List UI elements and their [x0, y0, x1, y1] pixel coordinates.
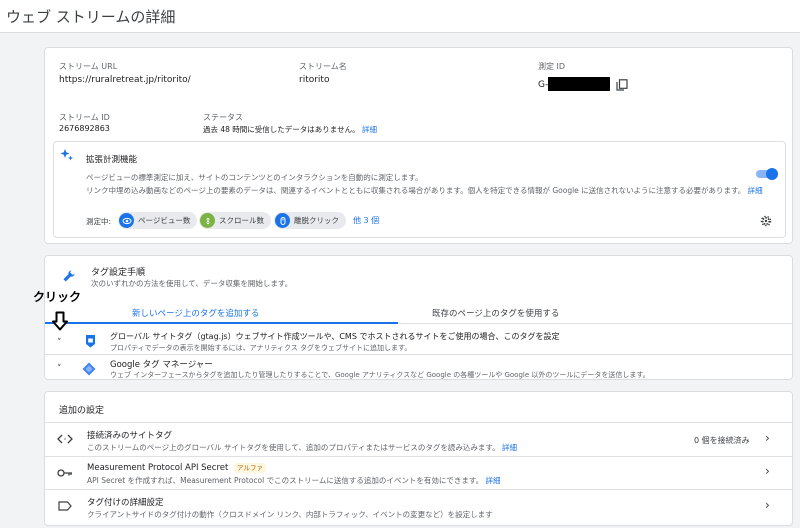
- enhanced-desc2: リンク中埋め込み動画などのページ上の要素のデータは、関連するイベントとともに収集…: [86, 185, 763, 196]
- measurement-protocol-details-link[interactable]: 詳細: [486, 476, 501, 485]
- stream-name-label: ストリーム名: [299, 62, 347, 71]
- key-icon: [57, 468, 73, 478]
- connected-site-tags-details-link[interactable]: 詳細: [502, 443, 517, 452]
- more-events-link[interactable]: 他 3 個: [353, 215, 379, 226]
- tag-setup-card: タグ設定手順 次のいずれかの方法を使用して、データ収集を開始します。 新しいペー…: [44, 255, 793, 380]
- measurement-protocol-desc: API Secret を作成すれば、Measurement Protocol で…: [87, 475, 501, 486]
- toggle-thumb: [766, 168, 778, 180]
- tag-setup-title: タグ設定手順: [91, 268, 146, 278]
- stream-url-value: https://ruralretreat.jp/ritorito/: [59, 75, 191, 85]
- status-label: ステータス: [203, 113, 243, 122]
- top-bar: ウェブ ストリームの詳細: [0, 0, 800, 33]
- enhanced-toggle[interactable]: [754, 168, 778, 180]
- redacted-block: [548, 77, 610, 91]
- measurement-protocol-title: Measurement Protocol API Secret: [87, 463, 229, 473]
- connected-site-tags-desc: このストリームのページ上のグローバル サイトタグを使用して、追加のプロパティまた…: [87, 442, 517, 453]
- stream-url-label: ストリーム URL: [59, 62, 118, 71]
- measurement-id-label: 測定 ID: [538, 62, 566, 71]
- chevron-right-icon: ›: [765, 431, 770, 445]
- connected-site-tags-row[interactable]: 接続済みのサイトタグ このストリームのページ上のグローバル サイトタグを使用して…: [45, 423, 792, 456]
- status-value: 過去 48 時間に受信したデータはありません。: [203, 125, 360, 134]
- scroll-icon: [200, 213, 215, 228]
- gtm-icon: [82, 362, 96, 376]
- additional-settings-card: 追加の設定 接続済みのサイトタグ このストリームのページ上のグローバル サイトタ…: [44, 391, 793, 526]
- click-annotation: クリック: [33, 290, 82, 304]
- measurement-protocol-row[interactable]: Measurement Protocol API Secret アルファ API…: [45, 457, 792, 489]
- arrow-down-icon: [52, 311, 68, 331]
- chip-scrolls: スクロール数: [199, 212, 271, 229]
- tab-add-new-tag[interactable]: 新しいページ上のタグを追加する: [132, 307, 259, 319]
- label-icon: [58, 501, 72, 511]
- stream-id-label: ストリーム ID: [59, 113, 110, 122]
- tag-setup-subtitle: 次のいずれかの方法を使用して、データ収集を開始します。: [91, 279, 293, 288]
- sparkle-icon: [60, 148, 74, 162]
- gear-icon[interactable]: [760, 215, 772, 227]
- additional-settings-title: 追加の設定: [59, 406, 105, 416]
- chip-outbound-clicks: 離脱クリック: [274, 212, 346, 229]
- enhanced-desc1: ページビューの標準測定に加え、サイトのコンテンツとのインタラクションを自動的に測…: [86, 173, 423, 182]
- item-divider: [45, 354, 792, 355]
- page-title: ウェブ ストリームの詳細: [6, 8, 176, 26]
- active-tab-indicator: [45, 322, 398, 324]
- chip-scrolls-label: スクロール数: [219, 216, 264, 225]
- expand-gtm-chevron[interactable]: ˅: [57, 364, 62, 374]
- tagging-settings-row[interactable]: タグ付けの詳細設定 クライアントサイドのタグ付けの動作（クロスドメイン リンク、…: [45, 490, 792, 524]
- chevron-right-icon: ›: [765, 498, 770, 512]
- tab-use-existing-tag[interactable]: 既存のページ上のタグを使用する: [432, 307, 559, 319]
- enhanced-desc2-text: リンク中埋め込み動画などのページ上の要素のデータは、関連するイベントとともに収集…: [86, 186, 746, 195]
- gtag-title[interactable]: グローバル サイトタグ（gtag.js）ウェブサイト作成ツールや、CMS でホス…: [110, 331, 559, 342]
- stream-id-value: 2676892863: [59, 124, 110, 133]
- enhanced-details-link[interactable]: 詳細: [748, 186, 763, 195]
- connected-site-tags-desc-text: このストリームのページ上のグローバル サイトタグを使用して、追加のプロパティまた…: [87, 443, 500, 452]
- copy-icon[interactable]: [616, 79, 628, 91]
- tag-icon: [85, 334, 96, 348]
- status-details-link[interactable]: 詳細: [362, 125, 377, 134]
- chip-pageviews-label: ページビュー数: [138, 216, 191, 225]
- measurement-protocol-title-wrap: Measurement Protocol API Secret アルファ: [87, 462, 266, 473]
- code-icon: [57, 433, 73, 445]
- wrench-icon: [62, 269, 76, 283]
- stream-details-card: ストリーム URL https://ruralretreat.jp/ritori…: [44, 47, 793, 244]
- enhanced-title: 拡張計測機能: [86, 155, 138, 165]
- gtag-desc: プロパティでデータの表示を開始するには、アナリティクス タグをウェブサイトに追加…: [110, 344, 412, 352]
- tagging-settings-desc: クライアントサイドのタグ付けの動作（クロスドメイン リンク、内部トラフィック、イ…: [87, 510, 493, 519]
- measuring-label: 測定中:: [86, 217, 112, 226]
- gtm-desc: ウェブ インターフェースからタグを追加したり管理したりすることで、Google …: [110, 371, 650, 379]
- click-icon: [275, 213, 290, 228]
- measurement-protocol-desc-text: API Secret を作成すれば、Measurement Protocol で…: [87, 476, 484, 485]
- connected-site-tags-title: 接続済みのサイトタグ: [87, 431, 173, 441]
- tagging-settings-title: タグ付けの詳細設定: [87, 498, 164, 508]
- measurement-id-value: G-: [538, 80, 549, 90]
- eye-icon: [119, 213, 134, 228]
- connected-count: 0 個を接続済み: [694, 436, 750, 445]
- alpha-badge: アルファ: [234, 463, 266, 473]
- gtm-title[interactable]: Google タグ マネージャー: [110, 358, 213, 370]
- stream-name-value: ritorito: [299, 75, 330, 85]
- chevron-right-icon: ›: [765, 464, 770, 478]
- status-text: 過去 48 時間に受信したデータはありません。 詳細: [203, 124, 377, 135]
- expand-gtag-chevron[interactable]: ˅: [57, 338, 62, 348]
- chip-outbound-clicks-label: 離脱クリック: [294, 216, 339, 225]
- chip-pageviews: ページビュー数: [118, 212, 198, 229]
